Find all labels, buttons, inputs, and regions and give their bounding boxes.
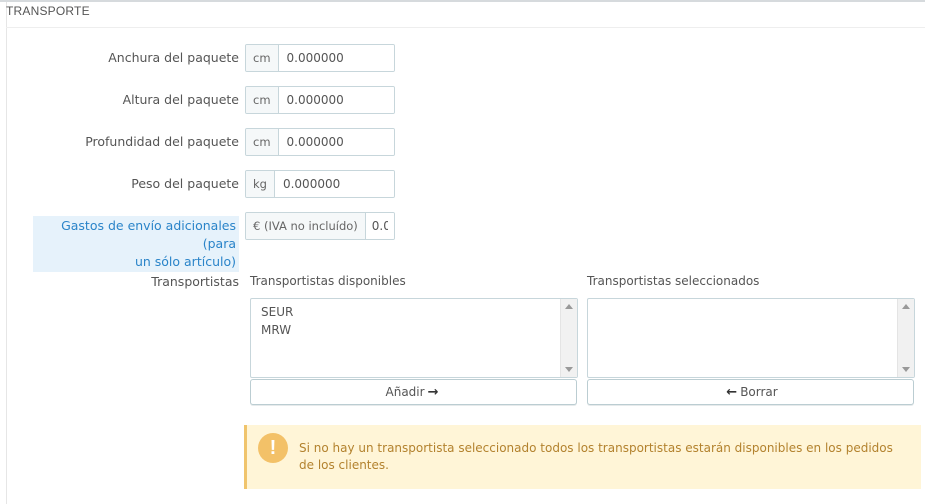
shipping-cost-label-line1: Gastos de envío adicionales (para [61, 218, 236, 251]
list-item[interactable]: SEUR [251, 303, 577, 321]
remove-button-label: Borrar [740, 385, 778, 399]
shipping-cost-label[interactable]: Gastos de envío adicionales (para un sól… [33, 216, 239, 272]
depth-input[interactable] [278, 129, 394, 155]
available-carriers-list[interactable]: SEUR MRW [250, 298, 578, 378]
depth-unit: cm [246, 129, 279, 155]
width-label: Anchura del paquete [108, 50, 239, 65]
width-input-group: cm [245, 44, 395, 72]
warning-exclamation-icon: ! [258, 433, 288, 463]
weight-input-group: kg [245, 170, 395, 198]
height-input-group: cm [245, 86, 395, 114]
header-divider [6, 27, 925, 28]
width-input[interactable] [278, 45, 394, 71]
depth-input-group: cm [245, 128, 395, 156]
arrow-right-icon: → [427, 384, 439, 400]
scroll-down-icon[interactable] [565, 367, 573, 372]
scroll-up-icon[interactable] [565, 304, 573, 309]
section-title: TRANSPORTE [6, 4, 90, 18]
available-carriers-title: Transportistas disponibles [250, 274, 406, 288]
alert-text: Si no hay un transportista seleccionado … [299, 441, 893, 472]
depth-label: Profundidad del paquete [85, 134, 239, 149]
shipping-cost-unit: € (IVA no incluído) [246, 213, 366, 239]
height-label: Altura del paquete [122, 92, 239, 107]
available-list-scrollbar[interactable] [560, 299, 577, 377]
selected-carriers-title: Transportistas seleccionados [587, 274, 760, 288]
weight-label: Peso del paquete [131, 176, 239, 191]
scroll-down-icon[interactable] [902, 367, 910, 372]
shipping-cost-input[interactable] [365, 213, 394, 239]
remove-carrier-button[interactable]: ← Borrar [587, 379, 914, 405]
warning-alert: ! Si no hay un transportista seleccionad… [244, 425, 921, 489]
arrow-left-icon: ← [726, 384, 738, 400]
scroll-up-icon[interactable] [902, 304, 910, 309]
carriers-label: Transportistas [151, 274, 239, 289]
shipping-cost-input-group: € (IVA no incluído) [245, 212, 395, 240]
height-unit: cm [246, 87, 279, 113]
selected-carriers-list[interactable] [587, 298, 915, 378]
height-input[interactable] [278, 87, 394, 113]
add-button-label: Añadir [385, 385, 425, 399]
add-carrier-button[interactable]: Añadir → [250, 379, 577, 405]
weight-input[interactable] [274, 171, 394, 197]
width-unit: cm [246, 45, 279, 71]
shipping-cost-label-line2: un sólo artículo) [134, 254, 236, 269]
weight-unit: kg [246, 171, 275, 197]
list-item[interactable]: MRW [251, 321, 577, 339]
selected-list-scrollbar[interactable] [897, 299, 914, 377]
